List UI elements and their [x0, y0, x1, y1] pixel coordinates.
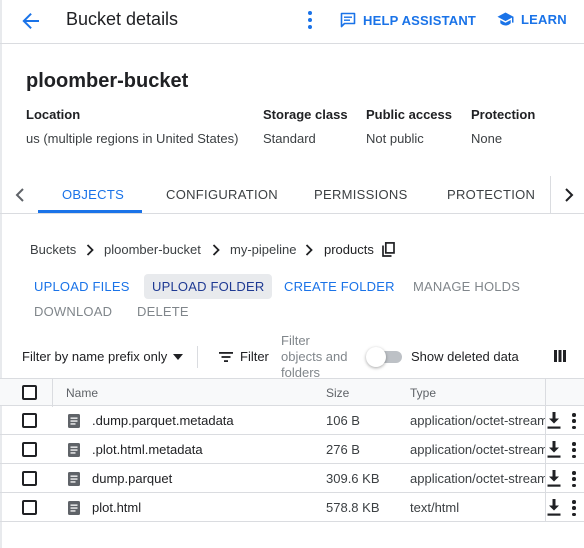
chevron-right-icon[interactable]	[558, 184, 580, 206]
filter-button[interactable]: Filter	[219, 349, 269, 364]
table-row[interactable]: .dump.parquet.metadata 106 B application…	[0, 406, 584, 435]
help-assistant-button[interactable]: HELP ASSISTANT	[340, 12, 476, 28]
filter-label: Filter	[240, 349, 269, 364]
download-icon[interactable]	[547, 470, 561, 487]
table-row[interactable]: dump.parquet 309.6 KB application/octet-…	[0, 464, 584, 493]
column-header-type[interactable]: Type	[410, 386, 436, 400]
filter-prefix-label: Filter by name prefix only	[22, 349, 168, 364]
location-label: Location	[26, 107, 81, 122]
download-icon[interactable]	[547, 499, 561, 516]
row-checkbox[interactable]	[22, 471, 37, 486]
chat-icon	[340, 12, 356, 28]
file-size: 309.6 KB	[326, 471, 380, 486]
column-divider	[545, 406, 546, 435]
active-tab-indicator	[38, 210, 142, 213]
copy-icon[interactable]	[382, 242, 395, 257]
help-assistant-label: HELP ASSISTANT	[363, 12, 477, 28]
breadcrumb-buckets[interactable]: Buckets	[30, 242, 76, 257]
filter-divider	[197, 346, 198, 368]
upload-folder-button[interactable]: UPLOAD FOLDER	[144, 274, 273, 299]
filter-list-icon	[219, 351, 233, 362]
row-more-options-icon[interactable]	[570, 442, 578, 458]
breadcrumb-current: products	[324, 242, 374, 257]
row-more-options-icon[interactable]	[570, 500, 578, 516]
chevron-right-icon	[86, 244, 94, 256]
column-header-size[interactable]: Size	[326, 386, 349, 400]
column-divider	[545, 435, 546, 464]
file-type: application/octet-stream	[410, 413, 545, 428]
public-access-label: Public access	[366, 107, 452, 122]
chevron-right-icon	[212, 244, 220, 256]
chevron-right-icon	[305, 244, 313, 256]
chevron-left-icon[interactable]	[9, 184, 31, 206]
tab-divider	[550, 176, 551, 214]
breadcrumb-bucket[interactable]: ploomber-bucket	[104, 242, 201, 257]
filter-input[interactable]: Filter objects and folders	[281, 333, 351, 381]
file-size: 578.8 KB	[326, 500, 380, 515]
file-size: 276 B	[326, 442, 360, 457]
column-display-icon[interactable]	[552, 348, 568, 364]
column-header-name[interactable]: Name	[66, 386, 98, 400]
column-divider	[545, 493, 546, 522]
row-more-options-icon[interactable]	[570, 471, 578, 487]
tab-configuration[interactable]: CONFIGURATION	[166, 187, 278, 202]
top-app-bar: Bucket details HELP ASSISTANT LEARN	[0, 0, 584, 44]
page-title: Bucket details	[66, 9, 179, 29]
file-type: application/octet-stream	[410, 442, 545, 457]
filter-prefix-dropdown[interactable]: Filter by name prefix only	[22, 349, 184, 364]
public-access-value: Not public	[366, 131, 424, 146]
tab-objects[interactable]: OBJECTS	[62, 187, 124, 202]
file-icon	[68, 501, 80, 515]
upload-files-button[interactable]: UPLOAD FILES	[34, 279, 130, 294]
tab-bar: OBJECTS CONFIGURATION PERMISSIONS PROTEC…	[0, 176, 584, 214]
bucket-name: ploomber-bucket	[26, 70, 189, 92]
file-icon	[68, 472, 80, 486]
table-row[interactable]: plot.html 578.8 KB text/html	[0, 493, 584, 522]
table-header: Name Size Type	[0, 378, 584, 407]
location-value: us (multiple regions in United States)	[26, 131, 239, 146]
file-name[interactable]: plot.html	[92, 500, 141, 515]
download-icon[interactable]	[547, 412, 561, 429]
tab-permissions[interactable]: PERMISSIONS	[314, 187, 408, 202]
file-size: 106 B	[326, 413, 360, 428]
storage-class-value: Standard	[263, 131, 316, 146]
table-row[interactable]: .plot.html.metadata 276 B application/oc…	[0, 435, 584, 464]
select-all-checkbox[interactable]	[22, 385, 37, 400]
breadcrumb-folder[interactable]: my-pipeline	[230, 242, 296, 257]
back-arrow-icon[interactable]	[18, 8, 44, 34]
dropdown-arrow-icon	[173, 353, 184, 360]
download-icon[interactable]	[547, 441, 561, 458]
row-checkbox[interactable]	[22, 413, 37, 428]
create-folder-button[interactable]: CREATE FOLDER	[284, 279, 395, 294]
file-name[interactable]: .plot.html.metadata	[92, 442, 203, 457]
manage-holds-button[interactable]: MANAGE HOLDS	[413, 279, 520, 294]
file-name[interactable]: .dump.parquet.metadata	[92, 413, 234, 428]
tab-protection[interactable]: PROTECTION	[447, 187, 535, 202]
file-type: text/html	[410, 500, 460, 515]
file-type: application/octet-stream	[410, 471, 545, 486]
protection-label: Protection	[471, 107, 536, 122]
learn-button[interactable]: LEARN	[497, 12, 567, 27]
school-icon	[497, 12, 514, 26]
storage-class-label: Storage class	[263, 107, 348, 122]
filter-bar: Filter by name prefix only Filter Filter…	[0, 332, 584, 380]
show-deleted-toggle[interactable]	[366, 347, 404, 367]
row-checkbox[interactable]	[22, 442, 37, 457]
download-button[interactable]: DOWNLOAD	[34, 304, 112, 319]
show-deleted-label: Show deleted data	[411, 349, 519, 364]
delete-button[interactable]: DELETE	[137, 304, 189, 319]
more-options-icon[interactable]	[300, 9, 320, 31]
file-name[interactable]: dump.parquet	[92, 471, 172, 486]
row-more-options-icon[interactable]	[570, 413, 578, 429]
file-icon	[68, 414, 80, 428]
row-checkbox[interactable]	[22, 500, 37, 515]
column-divider	[545, 379, 546, 407]
column-divider	[545, 464, 546, 493]
learn-label: LEARN	[521, 12, 567, 27]
file-icon	[68, 443, 80, 457]
protection-value: None	[471, 131, 503, 146]
column-divider	[52, 379, 53, 407]
